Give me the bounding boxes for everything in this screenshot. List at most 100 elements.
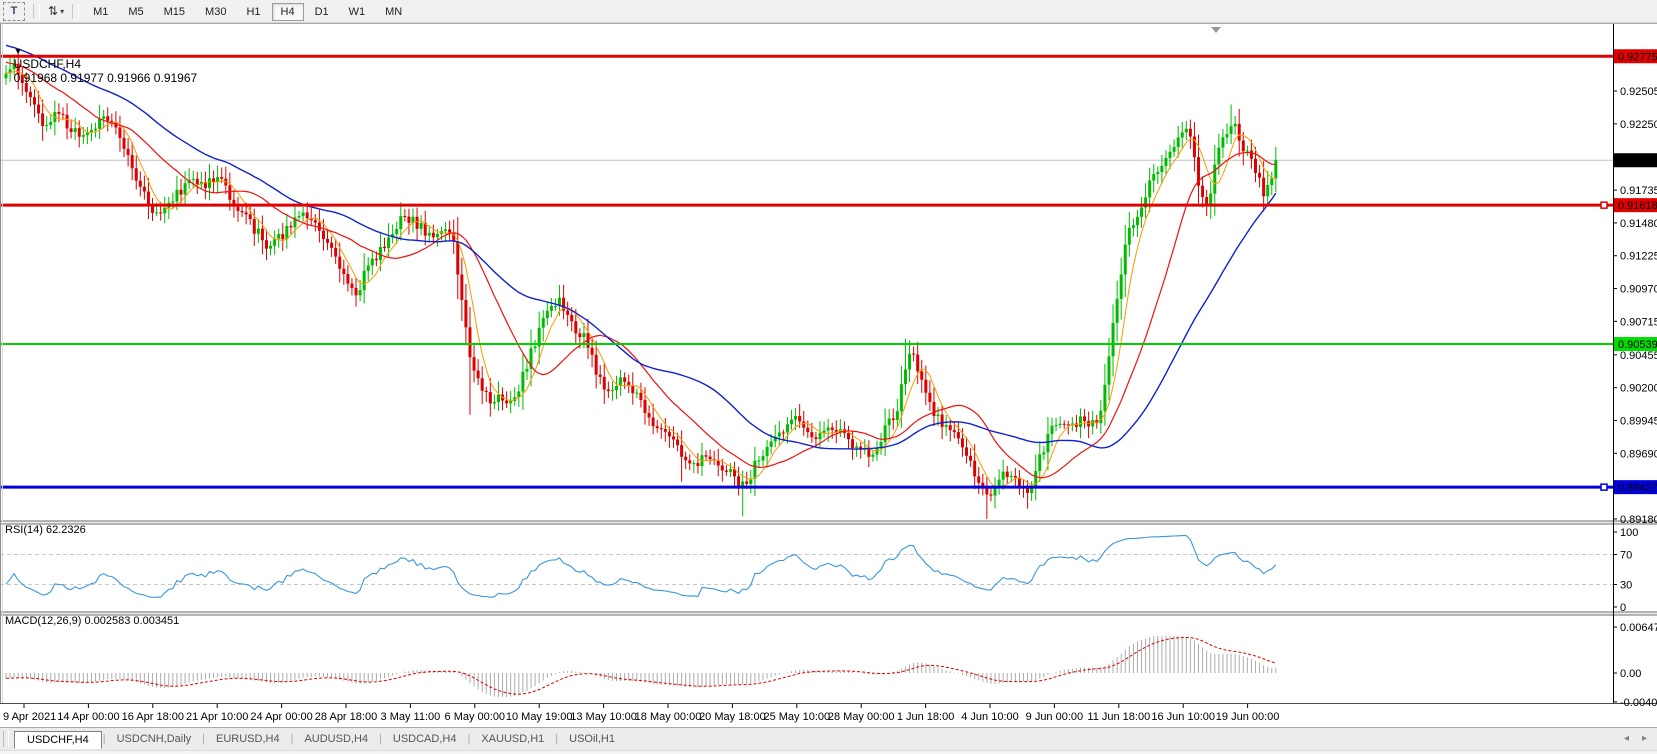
price-tick-label: 0.90200 (1620, 383, 1657, 395)
tab-bar-grip (3, 731, 9, 747)
ma-medium-line (6, 62, 1276, 478)
time-tick-label: 13 May 10:00 (570, 711, 637, 723)
chart-tabs: USDCHF,H4|USDCNH,Daily|EURUSD,H4|AUDUSD,… (14, 730, 625, 749)
time-tick-label: 6 May 00:00 (445, 711, 506, 723)
rsi-pane[interactable] (0, 536, 1613, 598)
pane-splitter (0, 613, 1657, 615)
timeframe-button-d1[interactable]: D1 (306, 3, 338, 21)
tab-separator: | (291, 733, 294, 745)
time-tick-label: 14 Apr 00:00 (57, 711, 119, 723)
rsi-tick-label: 0 (1620, 602, 1626, 614)
time-tick-label: 9 Jun 00:00 (1026, 711, 1084, 723)
macd-tick-label: 0.00 (1620, 668, 1641, 680)
rsi-tick-label: 70 (1620, 550, 1632, 562)
pane-splitter[interactable] (0, 521, 1657, 522)
price-tick-label: 0.91735 (1620, 185, 1657, 197)
support-lower-handle[interactable] (1601, 484, 1607, 490)
timeframe-button-h1[interactable]: H1 (237, 3, 269, 21)
chart-tab-audusd[interactable]: AUDUSD,H4 (294, 730, 378, 748)
price-axis[interactable]: 0.925050.922500.917350.914800.912250.909… (1613, 49, 1657, 709)
text-tool-button[interactable]: T (3, 2, 25, 21)
toolbar-grip (72, 4, 79, 19)
pane-splitter (0, 524, 1657, 525)
pane-splitter[interactable] (0, 612, 1657, 613)
price-tick-label: 0.90715 (1620, 316, 1657, 328)
price-tick-label: 0.90970 (1620, 284, 1657, 296)
chart-symbol-period: USDCHF,H4 (14, 57, 81, 71)
macd-histogram (6, 636, 1276, 697)
price-tick-label: 0.92250 (1620, 119, 1657, 131)
chart-tab-usoil[interactable]: USOil,H1 (559, 730, 625, 748)
chart-sync-button[interactable]: ⇅ ▾ (44, 3, 68, 19)
macd-pane[interactable] (6, 636, 1276, 697)
rsi-line (6, 536, 1276, 598)
rsi-indicator-label: RSI(14) 62.2326 (5, 524, 86, 536)
rsi-tick-label: 30 (1620, 580, 1632, 592)
support-lower-price-tag-label: 0.89427 (1618, 482, 1657, 494)
time-tick-label: 11 Jun 18:00 (1087, 711, 1150, 723)
tab-separator: | (555, 733, 558, 745)
resistance-lower-handle[interactable] (1601, 202, 1607, 208)
macd-tick-label: 0.006477 (1620, 622, 1657, 634)
price-tick-label: 0.91480 (1620, 218, 1657, 230)
chart-title: ▼ USDCHF,H4 0.91968 0.91977 0.91966 0.91… (7, 29, 197, 85)
tab-scroll-left-icon[interactable]: ◂ (1624, 733, 1629, 744)
chart-tab-bar: USDCHF,H4|USDCNH,Daily|EURUSD,H4|AUDUSD,… (0, 727, 1657, 750)
timeframe-button-w1[interactable]: W1 (340, 3, 375, 21)
time-tick-label: 3 May 11:00 (381, 711, 441, 723)
chevron-down-icon[interactable]: ▾ (60, 7, 64, 16)
resistance-upper-price-tag-label: 0.92775 (1618, 51, 1657, 63)
resistance-lower-price-tag-label: 0.91618 (1618, 200, 1657, 212)
tab-separator: | (103, 733, 106, 745)
timeframe-button-m30[interactable]: M30 (196, 3, 235, 21)
timeframe-button-h4[interactable]: H4 (272, 3, 304, 21)
chart-menu-arrow-icon[interactable]: ▼ (14, 46, 23, 56)
time-tick-label: 10 May 19:00 (506, 711, 573, 723)
chart-tab-usdcad[interactable]: USDCAD,H4 (383, 730, 467, 748)
time-axis[interactable]: 9 Apr 202114 Apr 00:0016 Apr 18:0021 Apr… (3, 704, 1279, 723)
timeframe-button-m15[interactable]: M15 (155, 3, 194, 21)
current-price-price-tag-label: 0.91967 (1618, 155, 1657, 167)
rsi-tick-label: 100 (1620, 527, 1638, 539)
time-tick-label: 19 Jun 00:00 (1216, 711, 1280, 723)
macd-tick-label: -0.004073 (1620, 697, 1657, 709)
price-tick-label: 0.89180 (1620, 514, 1657, 526)
timeframe-button-mn[interactable]: MN (376, 3, 411, 21)
time-tick-label: 25 May 10:00 (763, 711, 830, 723)
status-strip (0, 750, 1657, 754)
tab-separator: | (379, 733, 382, 745)
time-tick-label: 24 Apr 00:00 (250, 711, 312, 723)
toolbar-grip (33, 4, 40, 19)
pane-splitter (0, 615, 1657, 616)
time-tick-label: 28 May 00:00 (828, 711, 895, 723)
support-mid-price-tag-label: 0.90539 (1618, 339, 1657, 351)
chart-tab-eurusd[interactable]: EURUSD,H4 (206, 730, 290, 748)
time-tick-label: 9 Apr 2021 (3, 711, 56, 723)
tab-scroll-right-icon[interactable]: ▸ (1642, 733, 1647, 744)
tab-separator: | (202, 733, 205, 745)
chart-tab-xauusd[interactable]: XAUUSD,H1 (471, 730, 554, 748)
chart-tab-usdchf[interactable]: USDCHF,H4 (14, 731, 102, 749)
chart-canvas[interactable]: 0.925050.922500.917350.914800.912250.909… (0, 23, 1657, 727)
timeframe-button-m1[interactable]: M1 (84, 3, 117, 21)
time-tick-label: 20 May 18:00 (699, 711, 766, 723)
macd-signal-line (6, 638, 1276, 695)
chart-ohlc-values: 0.91968 0.91977 0.91966 0.91967 (14, 71, 198, 85)
time-tick-label: 28 Apr 18:00 (315, 711, 377, 723)
time-tick-label: 4 Jun 10:00 (961, 711, 1019, 723)
price-tick-label: 0.90455 (1620, 350, 1657, 362)
price-tick-label: 0.92505 (1620, 86, 1657, 98)
chart-tab-usdcnh[interactable]: USDCNH,Daily (107, 730, 202, 748)
main-price-pane[interactable] (0, 45, 1613, 519)
ma-fast-line (6, 71, 1276, 488)
time-tick-label: 18 May 00:00 (635, 711, 702, 723)
time-tick-label: 16 Apr 18:00 (122, 711, 184, 723)
price-tick-label: 0.89945 (1620, 415, 1657, 427)
right-offset-marker-icon[interactable] (1211, 27, 1221, 33)
tab-separator: | (467, 733, 470, 745)
top-toolbar: T ⇅ ▾ M1M5M15M30H1H4D1W1MN (0, 0, 1657, 23)
timeframe-button-m5[interactable]: M5 (119, 3, 152, 21)
time-tick-label: 16 Jun 10:00 (1151, 711, 1215, 723)
sync-arrows-icon: ⇅ (48, 4, 58, 18)
price-tick-label: 0.89690 (1620, 448, 1657, 460)
